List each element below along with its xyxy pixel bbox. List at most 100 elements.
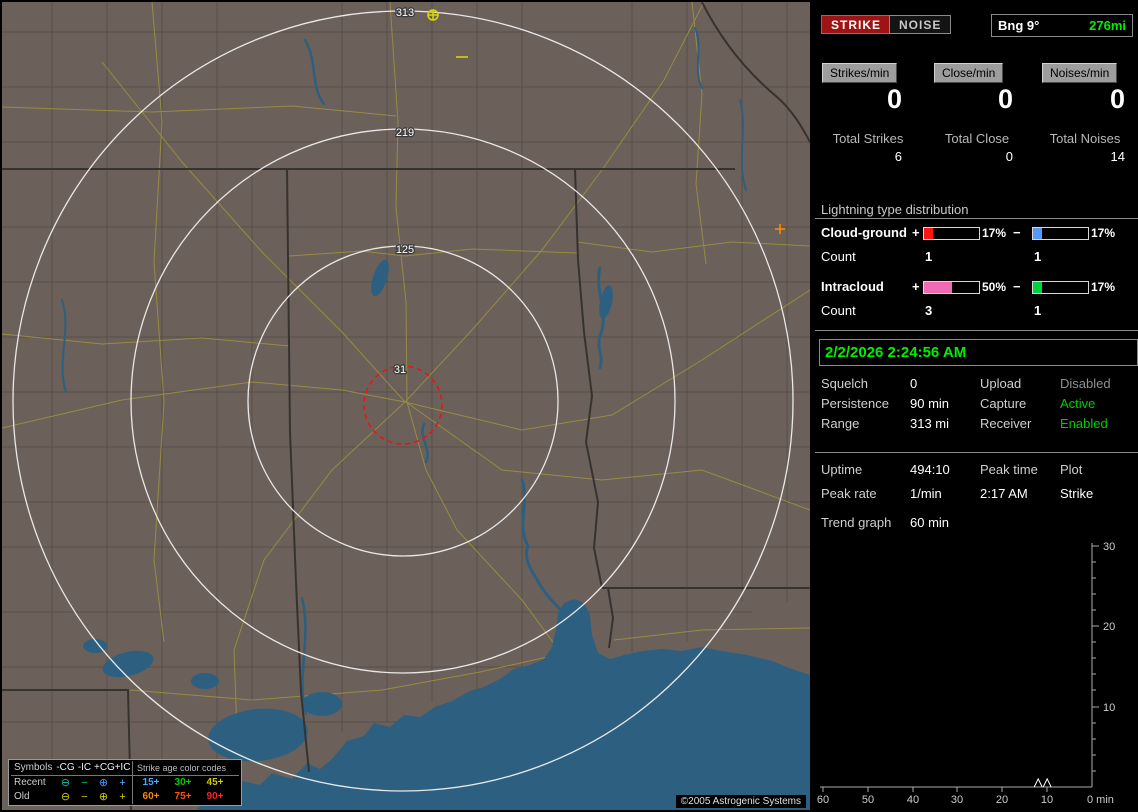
dist-count-row-intracloud: Count 3 1: [815, 303, 1138, 319]
close-per-min-chip[interactable]: Close/min: [934, 63, 1004, 83]
old-pos-ic-icon: +: [119, 791, 126, 803]
recent-neg-ic-icon: −: [81, 777, 88, 789]
upload-status: Disabled: [1060, 376, 1111, 391]
x-tick-50: 50: [862, 794, 874, 806]
total-strikes-label: Total Strikes: [832, 131, 904, 146]
x-tick-10: 10: [1041, 794, 1053, 806]
age-45: 45+: [206, 777, 224, 788]
bearing-value: Bng 9°: [998, 18, 1040, 33]
persistence-value: 90 min: [910, 396, 950, 411]
legend-recent-label: Recent: [14, 777, 46, 788]
age-90: 90+: [206, 791, 224, 802]
close-per-min-value: 0: [997, 84, 1013, 114]
settings-row-1: Squelch 0 Upload Disabled: [815, 376, 1138, 394]
upload-label: Upload: [980, 376, 1022, 391]
cg-minus-bar-fill: [1033, 228, 1043, 239]
peak-time-label: Peak time: [980, 462, 1038, 477]
x-tick-20: 20: [996, 794, 1008, 806]
y-tick-20: 20: [1103, 621, 1115, 633]
age-15: 15+: [142, 777, 160, 788]
ic-plus-count: 3: [925, 303, 933, 318]
trend-graph-value: 60 min: [910, 515, 950, 530]
x-tick-0-min: 0 min: [1087, 794, 1114, 806]
noise-mode-button[interactable]: NOISE: [889, 15, 952, 34]
recent-pos-cg-icon: ⊕: [98, 777, 109, 789]
ic-plus-bar: [923, 281, 980, 294]
legend-recent-row: Recent ⊖ − ⊕ + 15+ 30+ 45+: [11, 776, 239, 790]
separator: [815, 218, 1138, 219]
total-noises-value: 14: [1110, 149, 1125, 164]
lightning-map[interactable]: 313 219 125 31 Symbols -CG -IC +CG +IC S…: [2, 2, 810, 810]
strike-symbol-circle-plus: [427, 9, 439, 21]
range-label-125: 125: [396, 244, 414, 256]
cg-minus-count: 1: [1034, 249, 1042, 264]
ic-minus-count: 1: [1034, 303, 1042, 318]
map-legend: Symbols -CG -IC +CG +IC Strike age color…: [8, 759, 242, 806]
minus-sign: −: [1013, 225, 1021, 240]
cg-minus-bar: [1032, 227, 1089, 240]
recent-neg-cg-icon: ⊖: [60, 777, 71, 789]
bearing-box: Bng 9° 276mi: [991, 14, 1133, 37]
legend-col-pos-ic: +IC: [114, 762, 131, 773]
trend-spike: [1033, 777, 1043, 788]
old-pos-cg-icon: ⊕: [98, 791, 109, 803]
peak-time-value: 2:17 AM: [980, 486, 1028, 501]
ic-minus-pct: 17%: [1091, 280, 1116, 294]
legend-header-row: Symbols -CG -IC +CG +IC Strike age color…: [11, 761, 239, 776]
settings-row-3: Range 313 mi Receiver Enabled: [815, 416, 1138, 434]
stats-row-3: Trend graph 60 min: [815, 515, 1138, 533]
noises-per-min-value: 0: [1109, 84, 1125, 114]
peak-rate-value: 1/min: [910, 486, 942, 501]
trend-spike: [1042, 777, 1052, 788]
total-close-label: Total Close: [944, 131, 1010, 146]
copyright-text: ©2005 Astrogenic Systems: [675, 795, 806, 808]
cg-minus-pct: 17%: [1091, 226, 1116, 240]
total-close-value: 0: [1005, 149, 1013, 164]
squelch-label: Squelch: [821, 376, 868, 391]
strike-mode-button[interactable]: STRIKE: [821, 15, 892, 34]
persistence-label: Persistence: [821, 396, 889, 411]
noises-per-min-chip[interactable]: Noises/min: [1042, 63, 1118, 83]
receiver-status: Enabled: [1060, 416, 1108, 431]
dist-count-row-cloud-ground: Count 1 1: [815, 249, 1138, 265]
dist-row-intracloud: Intracloud + 50% − 17%: [815, 279, 1138, 295]
squelch-value: 0: [910, 376, 918, 391]
x-tick-30: 30: [951, 794, 963, 806]
plus-sign: +: [912, 225, 920, 240]
distribution-title: Lightning type distribution: [821, 202, 969, 217]
minus-sign: −: [1013, 279, 1021, 294]
strikes-per-min-chip[interactable]: Strikes/min: [822, 63, 898, 83]
range-label-313: 313: [396, 7, 414, 19]
datetime-value: 2/2/2026 2:24:56 AM: [825, 344, 967, 361]
separator: [815, 452, 1138, 453]
cloud-ground-label: Cloud-ground: [821, 225, 907, 240]
trend-axes: [820, 543, 1099, 792]
range-label-31: 31: [394, 364, 406, 376]
cg-plus-bar: [923, 227, 980, 240]
legend-col-pos-cg: +CG: [94, 762, 115, 773]
legend-symbols-header: Symbols: [14, 762, 53, 773]
plot-value: Strike: [1060, 486, 1094, 501]
separator: [815, 330, 1138, 331]
nexstorm-app: 313 219 125 31 Symbols -CG -IC +CG +IC S…: [0, 0, 1138, 812]
legend-old-label: Old: [14, 791, 30, 802]
ic-minus-bar-fill: [1033, 282, 1043, 293]
range-value: 313 mi: [910, 416, 950, 431]
cg-plus-bar-fill: [924, 228, 934, 239]
trend-tick-labels: 30 20 10 60 50 40 30 20 10 0 min: [817, 541, 1115, 806]
trend-graph: 30 20 10 60 50 40 30 20 10 0 min: [817, 541, 1115, 806]
legend-col-neg-ic: -IC: [77, 762, 92, 773]
capture-label: Capture: [980, 396, 1027, 411]
ic-plus-pct: 50%: [982, 280, 1007, 294]
legend-old-ages: 60+ 75+ 90+: [132, 790, 231, 804]
total-noises-label: Total Noises: [1049, 131, 1121, 146]
count-label: Count: [821, 303, 856, 318]
old-neg-ic-icon: −: [81, 791, 88, 803]
uptime-label: Uptime: [821, 462, 863, 477]
stats-row-1: Uptime 494:10 Peak time Plot: [815, 462, 1138, 480]
settings-row-2: Persistence 90 min Capture Active: [815, 396, 1138, 414]
count-label: Count: [821, 249, 856, 264]
intracloud-label: Intracloud: [821, 279, 884, 294]
map-svg[interactable]: 313 219 125 31: [2, 2, 810, 810]
legend-old-row: Old ⊖ − ⊕ + 60+ 75+ 90+: [11, 790, 239, 804]
